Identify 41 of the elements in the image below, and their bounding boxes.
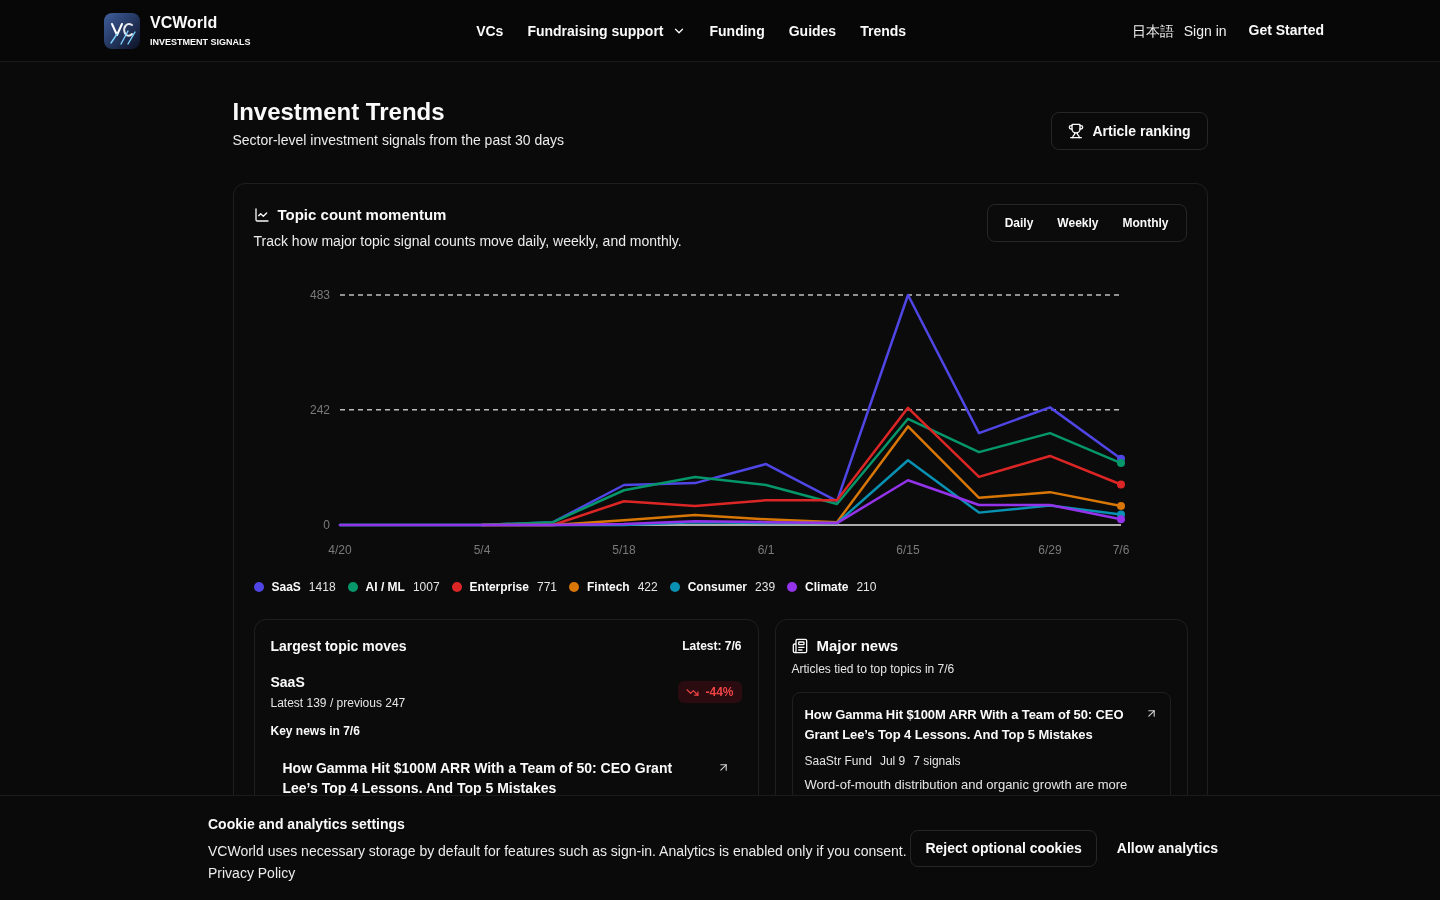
legend-count: 1007 (412, 579, 440, 595)
y-axis-label: 0 (322, 518, 330, 532)
legend-count: 771 (536, 579, 557, 595)
x-axis-label: 6/1 (757, 543, 774, 557)
legend-label: Climate (805, 579, 849, 595)
legend-count: 239 (755, 579, 776, 595)
legend-count: 1418 (308, 579, 336, 595)
latest-date: Latest: 7/6 (682, 638, 742, 654)
cookie-title: Cookie and analytics settings (208, 814, 406, 834)
page-title: Investment Trends (232, 97, 446, 127)
article-summary: Word-of-mouth distribution and organic growth are more (804, 776, 1129, 794)
legend-count: 210 (856, 579, 877, 595)
x-axis-label: 4/20 (327, 543, 352, 557)
panel-title: Largest topic moves (270, 637, 407, 656)
y-axis-label: 483 (309, 288, 330, 302)
change-badge: -44% (678, 681, 742, 703)
legend-label: AI / ML (365, 579, 405, 595)
card-description: Track how major topic signal counts move daily, weekly, and monthly. (253, 232, 682, 251)
card-title: Topic count momentum (277, 205, 447, 225)
topic-name: SaaS (270, 673, 306, 692)
legend-label: Fintech (587, 579, 630, 595)
legend-label: Consumer (687, 579, 748, 595)
panel-title: Major news (816, 636, 899, 656)
legend-label: Enterprise (469, 579, 529, 595)
legend-count: 422 (637, 579, 658, 595)
topic-detail: Latest 139 / previous 247 (270, 695, 406, 712)
cookie-message: VCWorld uses necessary storage by default for features such as sign-in. Analytics is enabled only if you consent. (208, 841, 907, 861)
x-axis-label: 6/15 (895, 543, 920, 557)
y-axis-label: 242 (309, 402, 330, 417)
article-source: SaaStr Fund (804, 753, 872, 770)
x-axis-label: 6/29 (1037, 543, 1062, 557)
x-axis-label: 7/6 (1112, 543, 1129, 557)
brand-tagline: INVESTMENT SIGNALS (150, 36, 251, 48)
key-news-heading: Key news in 7/6 (270, 723, 361, 740)
signal-count: 7 signals (913, 753, 961, 770)
panel-subtitle: Articles tied to top topics in 7/6 (791, 661, 956, 678)
article-date: Jul 9 (879, 753, 906, 770)
page-subtitle: Sector-level investment signals from the past 30 days (232, 131, 564, 150)
x-axis-label: 5/18 (611, 543, 636, 557)
legend-label: SaaS (271, 579, 301, 595)
x-axis-label: 5/4 (473, 543, 490, 557)
